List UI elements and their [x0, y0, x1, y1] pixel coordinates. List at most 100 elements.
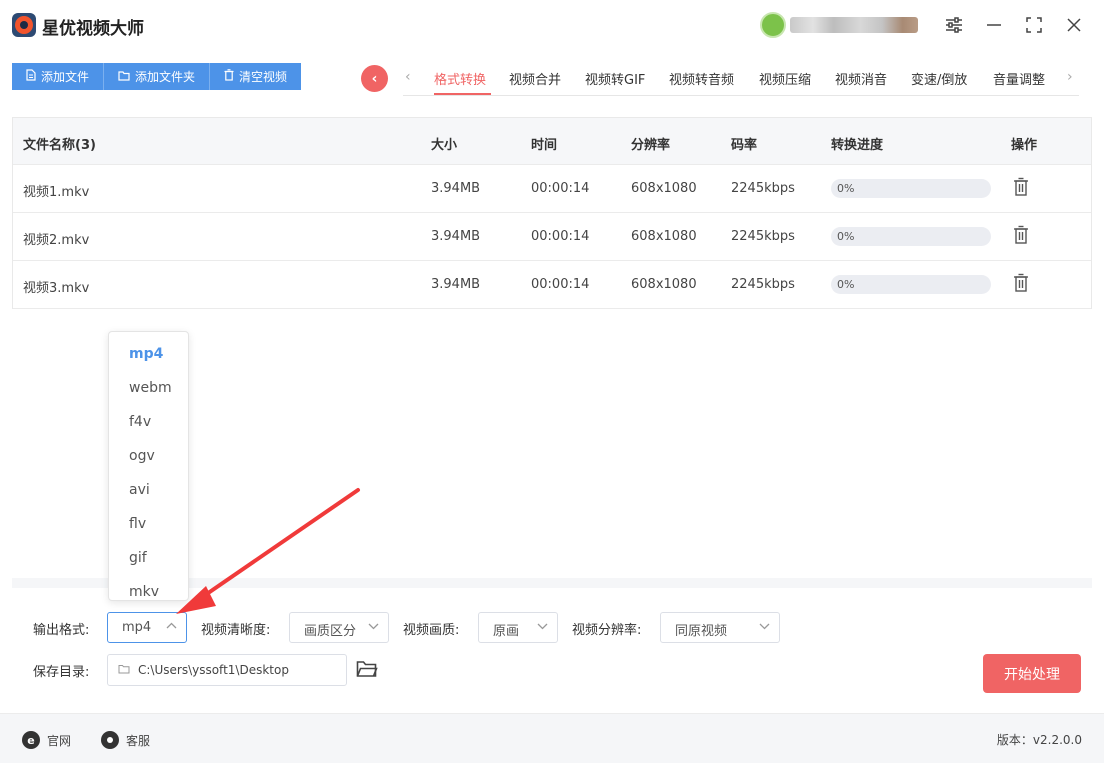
tab-video-compress[interactable]: 视频压缩 [759, 69, 811, 88]
save-dir-label: 保存目录: [33, 665, 90, 680]
row-size: 3.94MB [431, 277, 481, 292]
row-resolution: 608x1080 [631, 277, 697, 292]
quality-value: 原画 [493, 624, 520, 639]
resolution-label: 视频分辨率: [572, 623, 642, 638]
row-size: 3.94MB [431, 181, 481, 196]
title-bar: 星优视频大师 [0, 0, 1104, 52]
format-option-webm[interactable]: webm [129, 380, 172, 396]
row-duration: 00:00:14 [531, 277, 590, 292]
format-option-f4v[interactable]: f4v [129, 414, 151, 430]
clarity-value: 画质区分 [304, 624, 357, 639]
table-row[interactable]: 视频3.mkv 3.94MB 00:00:14 608x1080 2245kbp… [13, 261, 1091, 309]
file-icon [26, 69, 36, 84]
save-dir-value: C:\Users\yssoft1\Desktop [138, 663, 289, 677]
tab-video-to-audio[interactable]: 视频转音频 [669, 69, 734, 88]
official-website-label: 官网 [47, 733, 72, 748]
col-resolution: 分辨率 [631, 138, 671, 153]
official-website-link[interactable]: e 官网 [22, 731, 71, 749]
col-actions: 操作 [1011, 138, 1038, 153]
tab-video-merge[interactable]: 视频合并 [509, 69, 561, 88]
format-option-avi[interactable]: avi [129, 482, 150, 498]
tab-format-convert[interactable]: 格式转换 [434, 69, 486, 88]
delete-trash-icon[interactable] [1013, 225, 1029, 245]
add-file-button[interactable]: 添加文件 [12, 63, 105, 90]
col-progress: 转换进度 [831, 138, 884, 153]
format-option-ogv[interactable]: ogv [129, 448, 155, 464]
add-file-label: 添加文件 [41, 70, 90, 84]
row-file-name: 视频2.mkv [23, 233, 90, 248]
quality-label: 视频画质: [403, 623, 460, 638]
col-file-name: 文件名称(3) [23, 138, 96, 153]
customer-service-link[interactable]: 客服 [101, 731, 150, 749]
format-option-mp4[interactable]: mp4 [129, 346, 163, 362]
minimize-icon[interactable] [981, 12, 1007, 38]
save-dir-input[interactable]: C:\Users\yssoft1\Desktop [107, 654, 347, 686]
resolution-select[interactable]: 同原视频 [660, 612, 780, 643]
output-format-select[interactable]: mp4 [107, 612, 187, 643]
maximize-icon[interactable] [1021, 12, 1047, 38]
row-bitrate: 2245kbps [731, 229, 795, 244]
row-duration: 00:00:14 [531, 229, 590, 244]
feature-tabs: ‹ 格式转换 视频合并 视频转GIF 视频转音频 视频压缩 视频消音 变速/倒放… [403, 60, 1079, 96]
resolution-value: 同原视频 [675, 624, 728, 639]
quality-select[interactable]: 原画 [478, 612, 558, 643]
version-text: 版本：v2.2.0.0 [996, 733, 1082, 747]
col-duration: 时间 [531, 138, 558, 153]
start-processing-button[interactable]: 开始处理 [983, 654, 1081, 693]
format-option-mkv[interactable]: mkv [129, 584, 159, 600]
folder-outline-icon [118, 665, 130, 674]
row-bitrate: 2245kbps [731, 181, 795, 196]
active-tab-underline [434, 93, 491, 95]
format-option-flv[interactable]: flv [129, 516, 146, 532]
chevron-up-icon [166, 619, 177, 636]
progress-text: 0% [837, 182, 855, 195]
output-format-label: 输出格式: [33, 623, 90, 638]
format-dropdown-menu: mp4 webm f4v ogv avi flv gif mkv [108, 331, 189, 601]
trash-icon [224, 69, 234, 84]
user-avatar[interactable] [760, 12, 786, 38]
user-name-blurred[interactable] [790, 17, 918, 33]
clarity-label: 视频清晰度: [201, 623, 271, 638]
app-title: 星优视频大师 [42, 19, 144, 39]
table-header: 文件名称(3) 大小 时间 分辨率 码率 转换进度 操作 [13, 118, 1091, 165]
format-option-gif[interactable]: gif [129, 550, 147, 566]
toolbar: 添加文件 添加文件夹 清空视频 [12, 63, 302, 90]
file-table: 文件名称(3) 大小 时间 分辨率 码率 转换进度 操作 视频1.mkv 3.9… [12, 117, 1092, 309]
clarity-select[interactable]: 画质区分 [289, 612, 389, 643]
settings-panel [12, 588, 1092, 712]
progress-bar: 0% [831, 179, 991, 198]
add-folder-button[interactable]: 添加文件夹 [104, 63, 211, 90]
table-row[interactable]: 视频1.mkv 3.94MB 00:00:14 608x1080 2245kbp… [13, 165, 1091, 213]
close-icon[interactable] [1061, 12, 1087, 38]
delete-trash-icon[interactable] [1013, 273, 1029, 293]
row-file-name: 视频3.mkv [23, 281, 90, 296]
tab-volume-adjust[interactable]: 音量调整 [993, 69, 1045, 88]
status-bar: e 官网 客服 版本：v2.2.0.0 [0, 713, 1104, 763]
chat-bubble-icon [101, 731, 119, 749]
chevron-down-icon [368, 619, 379, 636]
tab-speed-reverse[interactable]: 变速/倒放 [911, 69, 967, 88]
tab-video-to-gif[interactable]: 视频转GIF [585, 69, 645, 88]
row-size: 3.94MB [431, 229, 481, 244]
col-bitrate: 码率 [731, 138, 758, 153]
row-duration: 00:00:14 [531, 181, 590, 196]
clear-videos-label: 清空视频 [239, 70, 288, 84]
progress-bar: 0% [831, 227, 991, 246]
open-folder-icon[interactable] [356, 659, 378, 679]
row-resolution: 608x1080 [631, 181, 697, 196]
tabs-scroll-left-icon[interactable]: ‹ [405, 69, 411, 85]
row-bitrate: 2245kbps [731, 277, 795, 292]
collapse-chevron-left-icon[interactable]: ‹ [361, 65, 388, 92]
chevron-down-icon [537, 619, 548, 636]
add-folder-label: 添加文件夹 [135, 70, 196, 84]
tab-video-mute[interactable]: 视频消音 [835, 69, 887, 88]
settings-sliders-icon[interactable] [941, 12, 967, 38]
tabs-scroll-right-icon[interactable]: › [1067, 69, 1073, 85]
clear-videos-button[interactable]: 清空视频 [210, 63, 302, 90]
ie-browser-icon: e [22, 731, 40, 749]
col-size: 大小 [431, 138, 458, 153]
output-format-value: mp4 [122, 620, 152, 635]
delete-trash-icon[interactable] [1013, 177, 1029, 197]
table-row[interactable]: 视频2.mkv 3.94MB 00:00:14 608x1080 2245kbp… [13, 213, 1091, 261]
app-logo-icon [12, 13, 36, 37]
